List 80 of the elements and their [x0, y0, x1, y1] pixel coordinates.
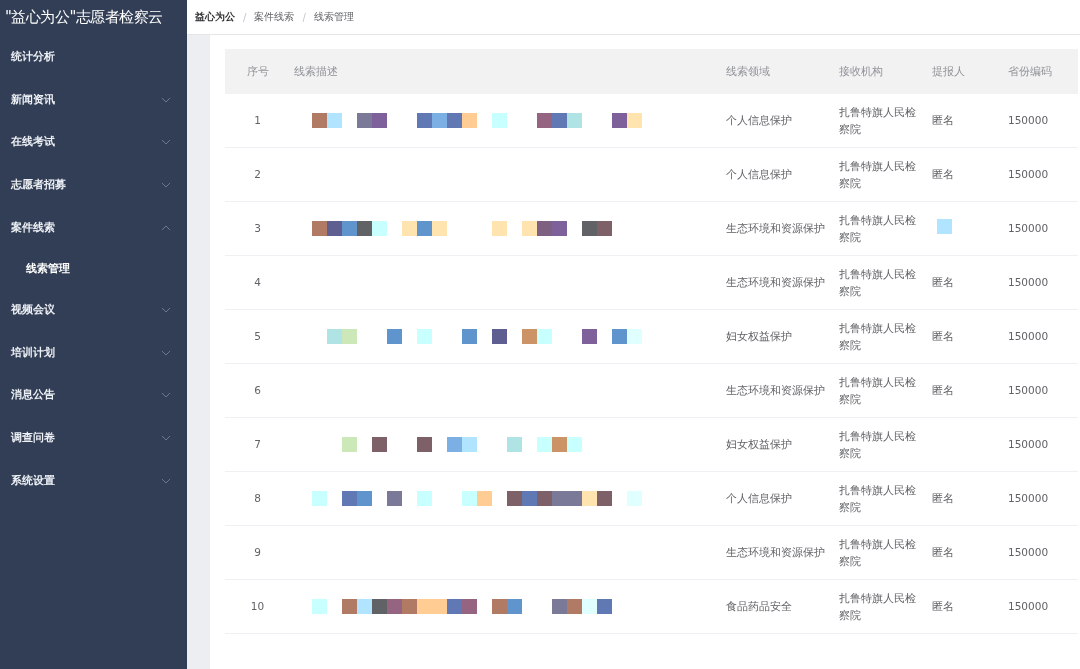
- sidebar-item[interactable]: 案件线索: [0, 206, 187, 249]
- table-cell: 匿名: [932, 546, 954, 558]
- chevron-down-icon: [161, 139, 171, 146]
- table-cell-text: 150000: [1007, 221, 1050, 236]
- chevron-up-icon: [161, 224, 171, 231]
- sidebar-subitem[interactable]: 线索管理: [0, 248, 187, 289]
- table-cell-text: 扎鲁特旗人民检察院: [838, 590, 917, 623]
- table-cell-text: 150000: [1007, 329, 1050, 344]
- table-cell-text: 150000: [1007, 383, 1050, 398]
- table-cell-text: 3: [253, 221, 262, 236]
- table-cell-text: 扎鲁特旗人民检察院: [838, 536, 917, 569]
- table-cell: 匿名: [932, 114, 954, 126]
- table-cell: 匿名: [932, 384, 954, 396]
- chevron-down-icon: [161, 392, 171, 399]
- table-cell: 匿名: [932, 330, 954, 342]
- column-header: 序号: [245, 64, 270, 79]
- breadcrumb-separator: /: [243, 11, 247, 23]
- table-cell-text: 1: [253, 113, 262, 128]
- sidebar-item[interactable]: 系统设置: [0, 459, 187, 502]
- column-header: 省份编码: [1007, 64, 1053, 79]
- breadcrumb-item[interactable]: 案件线索: [254, 10, 295, 24]
- table-cell-text: 扎鲁特旗人民检察院: [838, 374, 917, 407]
- table-cell-text: 150000: [1007, 167, 1050, 182]
- table-cell-text: 生态环境和资源保护: [725, 221, 826, 236]
- chevron-down-icon: [161, 477, 171, 484]
- sidebar-item[interactable]: 消息公告: [0, 374, 187, 417]
- table-cell-text: 8: [253, 491, 262, 506]
- breadcrumb-item[interactable]: 线索管理: [313, 10, 354, 24]
- table-cell-text: 个人信息保护: [725, 491, 793, 506]
- app-title: "益心为公"志愿者检察云: [4, 7, 164, 28]
- table-cell-text: 4: [253, 275, 262, 290]
- chevron-down-icon: [161, 349, 171, 356]
- sidebar-item[interactable]: 新闻资讯: [0, 78, 187, 122]
- table-cell-text: 6: [253, 383, 262, 398]
- table-cell-text: 扎鲁特旗人民检察院: [838, 212, 917, 245]
- sidebar-item[interactable]: 培训计划: [0, 331, 187, 375]
- table-cell-text: 5: [253, 329, 262, 344]
- table-cell: 匿名: [932, 600, 954, 612]
- chevron-down-icon: [161, 96, 171, 103]
- chevron-down-icon: [161, 307, 171, 314]
- table-cell-text: 7: [253, 437, 262, 452]
- table-cell-text: 扎鲁特旗人民检察院: [838, 482, 917, 515]
- table-cell-text: 扎鲁特旗人民检察院: [838, 320, 917, 353]
- table-cell: 匿名: [932, 276, 954, 288]
- table-cell-text: 个人信息保护: [725, 167, 793, 182]
- table-cell-text: 2: [253, 167, 262, 182]
- table-cell-text: 个人信息保护: [725, 113, 793, 128]
- column-header: 接收机构: [838, 64, 884, 79]
- column-header: 提报人: [931, 64, 966, 79]
- table-cell-text: 9: [253, 545, 262, 560]
- table-cell-text: 妇女权益保护: [725, 329, 793, 344]
- sidebar-item[interactable]: 调查问卷: [0, 416, 187, 460]
- sidebar-item[interactable]: 统计分析: [0, 36, 187, 79]
- table-cell: 匿名: [932, 492, 954, 504]
- table-cell-text: 150000: [1007, 275, 1050, 290]
- sidebar-item[interactable]: 志愿者招募: [0, 163, 187, 207]
- table-cell-text: 生态环境和资源保护: [725, 275, 826, 290]
- table-cell-text: 扎鲁特旗人民检察院: [838, 104, 917, 137]
- table-cell-text: 150000: [1007, 113, 1050, 128]
- table-cell-text: 食品药品安全: [725, 599, 793, 614]
- column-header: 线索领域: [725, 64, 771, 79]
- table-cell-text: 150000: [1007, 437, 1050, 452]
- table-cell-text: 生态环境和资源保护: [725, 545, 826, 560]
- chevron-down-icon: [161, 182, 171, 189]
- breadcrumb-separator: /: [302, 11, 306, 23]
- table-cell-text: 150000: [1007, 545, 1050, 560]
- table-cell-text: 生态环境和资源保护: [725, 383, 826, 398]
- table-cell-text: 150000: [1007, 491, 1050, 506]
- breadcrumb-item[interactable]: 益心为公: [195, 10, 235, 24]
- chevron-down-icon: [161, 435, 171, 442]
- sidebar-item[interactable]: 在线考试: [0, 121, 187, 164]
- table-cell-text: 扎鲁特旗人民检察院: [838, 158, 917, 191]
- table-cell-text: 妇女权益保护: [725, 437, 793, 452]
- table-cell-text: 扎鲁特旗人民检察院: [838, 266, 917, 299]
- table-cell-text: 扎鲁特旗人民检察院: [838, 428, 917, 461]
- table-cell-text: 150000: [1007, 599, 1050, 614]
- table-cell: 匿名: [932, 168, 954, 180]
- sidebar-item[interactable]: 视频会议: [0, 288, 187, 332]
- column-header: 线索描述: [293, 64, 339, 79]
- table-cell-text: 10: [249, 599, 266, 614]
